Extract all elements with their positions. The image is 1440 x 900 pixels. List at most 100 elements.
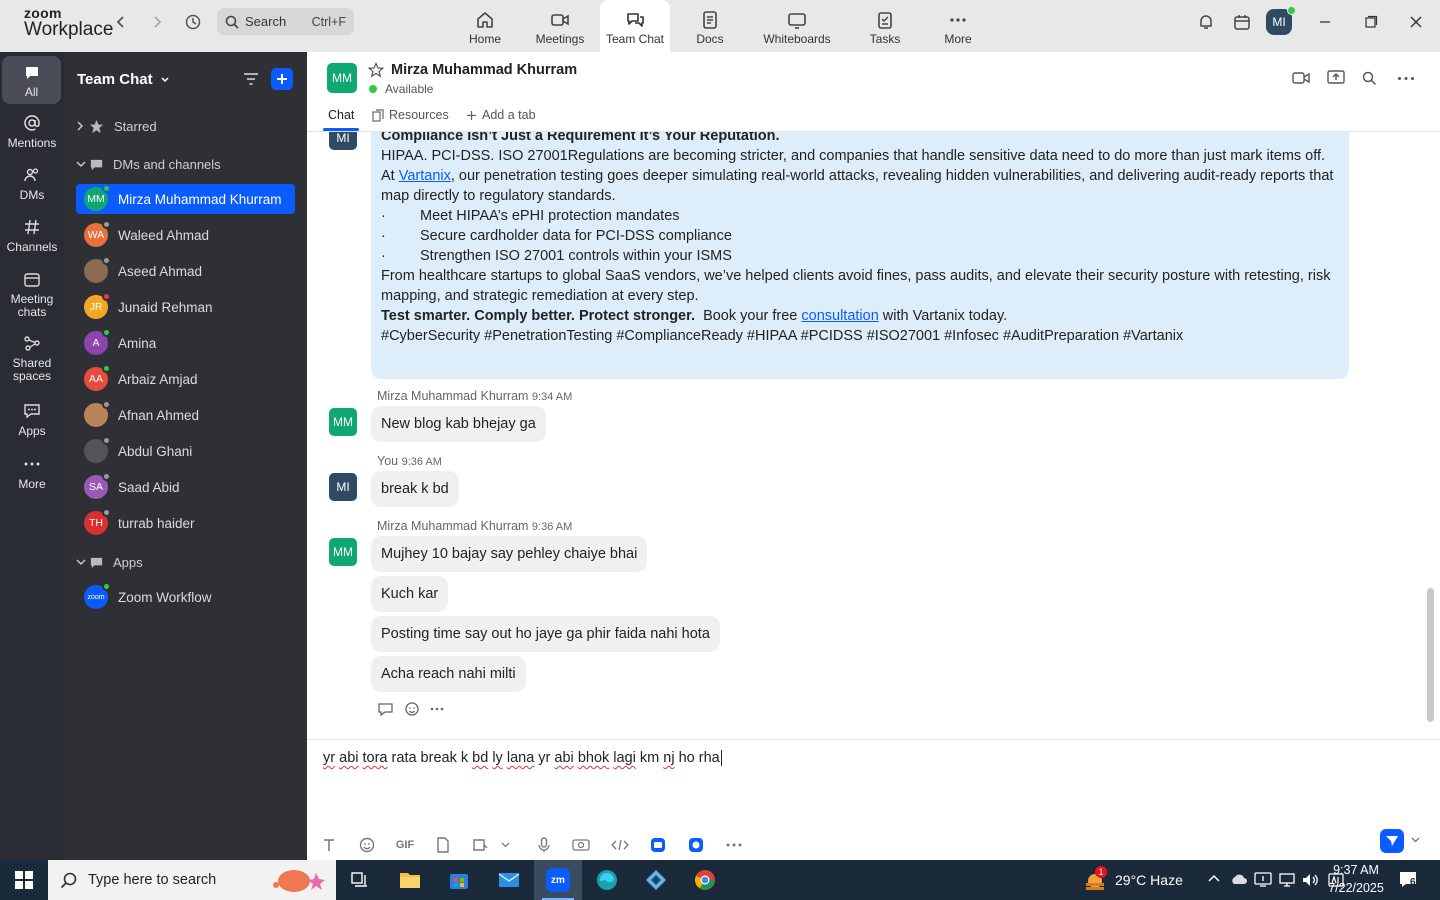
chevron-down-icon[interactable]: [493, 833, 517, 857]
consultation-link[interactable]: consultation: [801, 308, 878, 324]
onedrive-icon[interactable]: [1230, 872, 1248, 886]
message-bubble[interactable]: Kuch kar: [371, 576, 449, 612]
microsoft-store-icon[interactable]: [435, 860, 483, 900]
message-bubble[interactable]: Compliance Isn’t Just a Requirement It’s…: [371, 132, 1349, 379]
add-tab-button[interactable]: Add a tab: [466, 108, 536, 122]
sidebar-item-junaid-rehman[interactable]: JR Junaid Rehman: [76, 292, 295, 322]
rail-dms[interactable]: DMs: [0, 166, 64, 212]
code-snippet-icon[interactable]: [608, 833, 632, 857]
weather-icon[interactable]: 1: [1083, 866, 1109, 892]
edge-icon[interactable]: [583, 860, 631, 900]
nav-home[interactable]: Home: [450, 0, 520, 52]
star-icon[interactable]: [368, 62, 384, 78]
notification-center-icon[interactable]: 6: [1398, 870, 1418, 890]
sender-avatar[interactable]: MM: [329, 408, 357, 436]
sidebar-item-abdul-ghani[interactable]: Abdul Ghani: [76, 436, 295, 466]
close-icon[interactable]: [1402, 8, 1430, 36]
send-options-chevron-icon[interactable]: [1411, 837, 1420, 843]
video-message-icon[interactable]: [569, 833, 593, 857]
app-diamond-icon[interactable]: [632, 860, 680, 900]
calendar-icon[interactable]: [1228, 8, 1256, 36]
user-avatar[interactable]: MI: [1266, 6, 1296, 35]
history-icon[interactable]: [179, 8, 207, 36]
mail-icon[interactable]: [485, 860, 533, 900]
windows-start-icon[interactable]: [0, 860, 48, 900]
minimize-icon[interactable]: [1311, 8, 1339, 36]
sender-avatar[interactable]: MI: [329, 473, 357, 501]
screenshot-icon[interactable]: [468, 833, 492, 857]
message-composer[interactable]: yr abi tora rata break k bd ly lana yr a…: [307, 739, 1440, 860]
tray-chevron-up-icon[interactable]: [1207, 873, 1221, 883]
rail-shared-spaces[interactable]: Shared spaces: [0, 334, 64, 390]
rail-meeting-chats[interactable]: Meeting chats: [0, 270, 64, 326]
video-call-icon[interactable]: [1292, 71, 1310, 85]
chrome-icon[interactable]: [681, 860, 729, 900]
more-icon[interactable]: [722, 833, 746, 857]
clock-date[interactable]: 7/22/2025: [1326, 881, 1386, 895]
nav-tasks[interactable]: Tasks: [850, 0, 920, 52]
sidebar-item-arbaiz-amjad[interactable]: AA Arbaiz Amjad: [76, 364, 295, 394]
message-bubble[interactable]: Acha reach nahi milti: [371, 656, 526, 692]
file-icon[interactable]: [431, 833, 455, 857]
filter-icon[interactable]: [243, 72, 259, 86]
sidebar-item-amina[interactable]: A Amina: [76, 328, 295, 358]
emoji-icon[interactable]: [355, 833, 379, 857]
sidebar-item-zoom-workflow[interactable]: zoom Zoom Workflow: [76, 582, 295, 612]
forward-arrow-icon[interactable]: [143, 8, 171, 36]
sidebar-item-saad-abid[interactable]: SA Saad Abid: [76, 472, 295, 502]
vartanix-link[interactable]: Vartanix: [399, 168, 451, 184]
sidebar-item-aseed-ahmad[interactable]: Aseed Ahmad: [76, 256, 295, 286]
section-dms-channels[interactable]: DMs and channels: [76, 151, 221, 177]
rail-apps[interactable]: Apps: [0, 402, 64, 448]
task-view-icon[interactable]: [336, 860, 384, 900]
file-explorer-icon[interactable]: [386, 860, 434, 900]
message-bubble[interactable]: Mujhey 10 bajay say pehley chaiye bhai: [371, 536, 648, 572]
nav-docs[interactable]: Docs: [675, 0, 745, 52]
back-arrow-icon[interactable]: [107, 8, 135, 36]
nav-meetings[interactable]: Meetings: [525, 0, 595, 52]
maximize-icon[interactable]: [1357, 8, 1385, 36]
contact-name[interactable]: Mirza Muhammad Khurram: [391, 62, 577, 78]
sidebar-item-waleed-ahmad[interactable]: WA Waleed Ahmad: [76, 220, 295, 250]
more-options-icon[interactable]: [1397, 76, 1415, 81]
send-button[interactable]: [1380, 829, 1404, 853]
section-apps[interactable]: Apps: [76, 549, 143, 575]
text-format-icon[interactable]: [317, 833, 341, 857]
tab-resources[interactable]: Resources: [372, 108, 449, 122]
tab-chat[interactable]: Chat: [328, 108, 354, 122]
nav-more[interactable]: More: [923, 0, 993, 52]
emoji-reaction-icon[interactable]: [404, 701, 420, 717]
zoom-taskbar-icon[interactable]: zm: [534, 860, 582, 900]
clock-time[interactable]: 9:37 AM: [1331, 863, 1381, 877]
sidebar-item-turrab-haider[interactable]: TH turrab haider: [76, 508, 295, 538]
nav-team-chat[interactable]: Team Chat: [600, 0, 670, 52]
sidebar-item-afnan-ahmed[interactable]: Afnan Ahmed: [76, 400, 295, 430]
message-bubble[interactable]: break k bd: [371, 471, 459, 507]
composer-input[interactable]: yr abi tora rata break k bd ly lana yr a…: [323, 750, 722, 766]
reply-icon[interactable]: [377, 702, 394, 717]
search-icon[interactable]: [1362, 71, 1377, 86]
rail-all[interactable]: All: [2, 56, 61, 104]
rail-channels[interactable]: Channels: [0, 218, 64, 264]
zoom-docs-app-icon[interactable]: [684, 833, 708, 857]
search-input[interactable]: Search Ctrl+F: [217, 8, 354, 35]
sender-avatar[interactable]: MI: [329, 132, 357, 150]
message-bubble[interactable]: New blog kab bhejay ga: [371, 406, 546, 442]
microphone-icon[interactable]: [532, 833, 556, 857]
gif-icon[interactable]: GIF: [393, 833, 417, 857]
sender-avatar[interactable]: MM: [329, 538, 357, 566]
taskbar-search[interactable]: Type here to search: [48, 860, 336, 900]
nav-whiteboards[interactable]: Whiteboards: [752, 0, 842, 52]
section-starred[interactable]: Starred: [76, 113, 157, 139]
more-icon[interactable]: [430, 707, 444, 711]
security-icon[interactable]: [1254, 872, 1272, 888]
sidebar-item-mirza-muhammad-khurram[interactable]: MM Mirza Muhammad Khurram: [76, 184, 295, 214]
network-icon[interactable]: [1278, 872, 1296, 888]
contact-avatar[interactable]: MM: [327, 63, 357, 93]
app-integration-icon[interactable]: [646, 833, 670, 857]
message-scrollbar[interactable]: [1427, 588, 1434, 722]
bell-icon[interactable]: [1192, 8, 1220, 36]
rail-more[interactable]: More: [0, 455, 64, 501]
new-chat-button[interactable]: [271, 68, 293, 90]
message-bubble[interactable]: Posting time say out ho jaye ga phir fai…: [371, 616, 720, 652]
